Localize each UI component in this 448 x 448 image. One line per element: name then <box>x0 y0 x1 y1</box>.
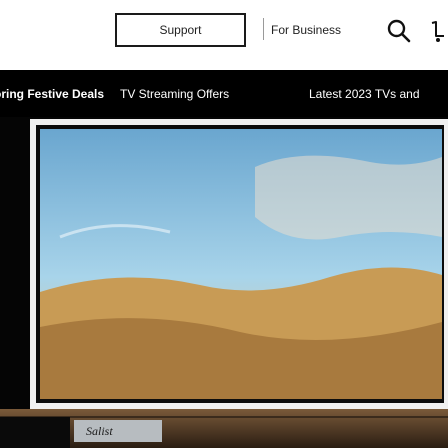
hero-tv-image: Salist <box>0 117 448 448</box>
for-business-link[interactable]: For Business <box>271 13 341 47</box>
support-button[interactable]: Support <box>115 13 246 47</box>
nav-item-latest-tvs[interactable]: Latest 2023 TVs and <box>309 70 420 117</box>
top-utility-bar: Support For Business <box>0 0 448 70</box>
support-label: Support <box>159 23 202 37</box>
search-icon[interactable] <box>386 18 412 44</box>
nav-item-label: Latest 2023 TVs and <box>309 86 420 101</box>
header-divider <box>263 18 264 40</box>
promo-nav-bar: oring Festive Deals TV Streaming Offers … <box>0 70 448 117</box>
nav-item-label: oring Festive Deals <box>0 86 105 101</box>
nav-item-label: TV Streaming Offers <box>120 86 230 101</box>
cart-icon[interactable] <box>426 14 448 44</box>
nav-item-festive-deals[interactable]: oring Festive Deals <box>0 70 104 117</box>
hero-banner[interactable]: Salist <box>0 117 448 448</box>
hero-logo-text: Salist <box>86 424 113 438</box>
for-business-label: For Business <box>271 23 342 37</box>
nav-item-tv-streaming[interactable]: TV Streaming Offers <box>120 70 229 117</box>
